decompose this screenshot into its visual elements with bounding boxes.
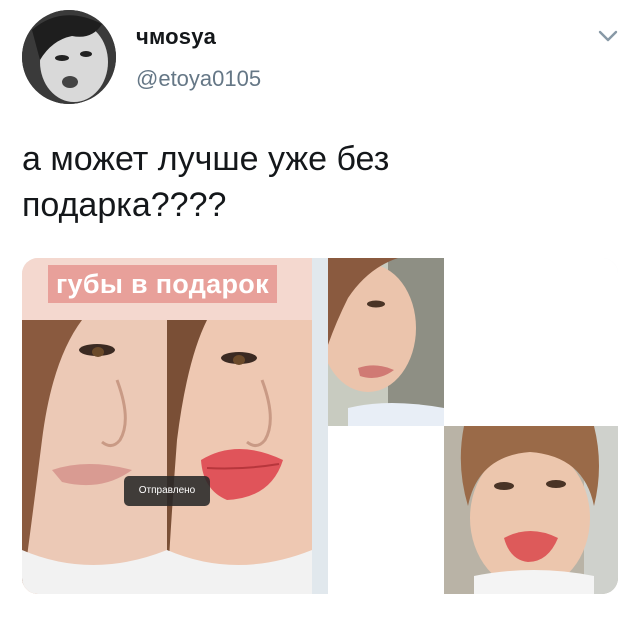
sent-toast: Отправлено xyxy=(124,476,210,506)
avatar[interactable] xyxy=(22,10,116,104)
collage-blank-bottom xyxy=(328,426,444,594)
collage-blank-top xyxy=(444,258,618,426)
before-photo xyxy=(22,320,167,594)
collage-photo-top xyxy=(328,258,444,426)
after-photo xyxy=(167,320,312,594)
tweet-media[interactable]: губы в подарок Отправлено xyxy=(22,258,618,594)
media-image-left[interactable]: губы в подарок Отправлено xyxy=(22,258,312,594)
avatar-photo xyxy=(22,10,116,104)
tweet-text: а может лучше уже без подарка???? xyxy=(22,136,602,228)
user-handle[interactable]: @etoya0105 xyxy=(136,66,261,92)
collage-photo-bottom xyxy=(444,426,618,594)
tweet-text-line: а может лучше уже без xyxy=(22,140,390,178)
media-image-right[interactable] xyxy=(328,258,618,594)
chevron-down-icon[interactable] xyxy=(597,28,619,44)
banner-text: губы в подарок xyxy=(48,265,277,303)
tweet-text-line: подарка???? xyxy=(22,186,227,224)
display-name[interactable]: чмоsya xyxy=(136,24,216,50)
image-banner: губы в подарок xyxy=(22,258,312,320)
